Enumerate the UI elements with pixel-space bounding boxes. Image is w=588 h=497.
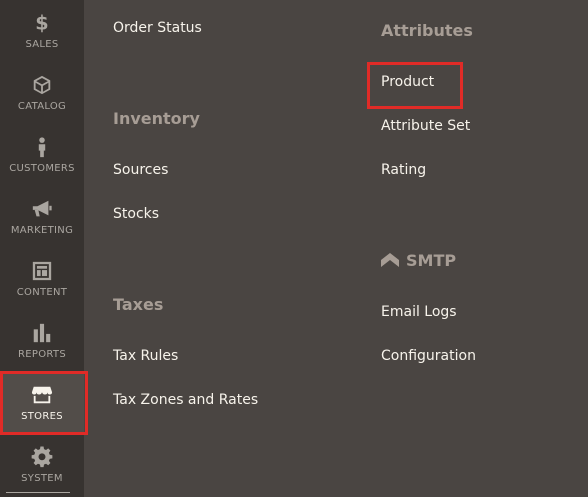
gear-icon <box>31 446 53 468</box>
sidebar-item-reports[interactable]: REPORTS <box>0 310 84 372</box>
taxes-heading: Taxes <box>113 295 164 314</box>
sidebar-divider <box>6 492 70 493</box>
rating-link[interactable]: Rating <box>381 162 426 178</box>
megaphone-icon <box>32 200 52 217</box>
smtp-heading: SMTP <box>406 251 457 270</box>
sidebar-item-label: CONTENT <box>16 287 68 298</box>
admin-sidebar: $ SALES CATALOG CUSTOMERS MARKETING CONT… <box>0 0 88 497</box>
dollar-icon: $ <box>35 12 48 34</box>
sidebar-item-sales[interactable]: $ SALES <box>0 0 84 62</box>
sidebar-item-label: SYSTEM <box>21 473 63 484</box>
box-icon <box>33 75 51 95</box>
sidebar-item-label: CATALOG <box>17 101 67 112</box>
sidebar-item-label: REPORTS <box>18 349 66 360</box>
sidebar-item-catalog[interactable]: CATALOG <box>0 62 84 124</box>
content-layout-icon <box>32 261 52 281</box>
sources-link[interactable]: Sources <box>113 162 168 178</box>
svg-text:$: $ <box>35 12 48 34</box>
stocks-link[interactable]: Stocks <box>113 206 159 222</box>
sidebar-item-customers[interactable]: CUSTOMERS <box>0 124 84 186</box>
person-icon <box>38 137 46 158</box>
email-logs-link[interactable]: Email Logs <box>381 304 457 320</box>
tax-zones-and-rates-link[interactable]: Tax Zones and Rates <box>113 392 258 408</box>
sidebar-item-content[interactable]: CONTENT <box>0 248 84 310</box>
order-status-link[interactable]: Order Status <box>113 20 202 36</box>
product-link[interactable]: Product <box>381 74 434 90</box>
bar-chart-icon <box>33 323 51 343</box>
attributes-heading: Attributes <box>381 21 473 40</box>
tax-rules-link[interactable]: Tax Rules <box>113 348 178 364</box>
sidebar-item-system[interactable]: SYSTEM <box>0 434 84 496</box>
inventory-heading: Inventory <box>113 109 200 128</box>
stores-highlight-box <box>0 371 88 435</box>
sidebar-item-label: MARKETING <box>10 225 74 236</box>
sidebar-item-marketing[interactable]: MARKETING <box>0 186 84 248</box>
sidebar-item-label: SALES <box>25 39 59 50</box>
sidebar-item-label: CUSTOMERS <box>9 163 75 174</box>
configuration-link[interactable]: Configuration <box>381 348 476 364</box>
smtp-logo-icon <box>381 253 399 267</box>
attribute-set-link[interactable]: Attribute Set <box>381 118 470 134</box>
